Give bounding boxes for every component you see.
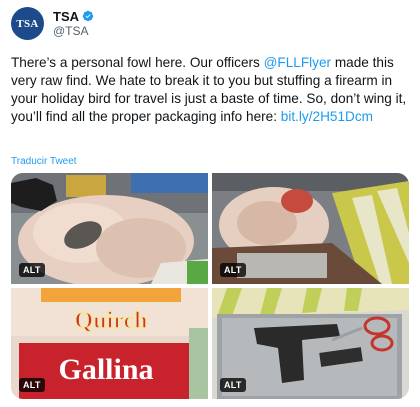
photo-1[interactable]: ALT (11, 173, 208, 284)
alt-badge[interactable]: ALT (220, 263, 246, 277)
handle[interactable]: @TSA (53, 24, 94, 39)
display-name[interactable]: TSA (53, 9, 79, 24)
verified-badge-icon (82, 10, 94, 22)
package-product-text: Gallina (58, 353, 153, 386)
photo-2[interactable]: ALT (212, 173, 409, 284)
package-brand-text: Quirch (75, 308, 148, 334)
translate-tweet-link[interactable]: Traducir Tweet (11, 156, 77, 167)
alt-badge[interactable]: ALT (19, 263, 45, 277)
alt-badge[interactable]: ALT (19, 378, 45, 392)
tweet-text: There’s a personal fowl here. Our office… (11, 54, 411, 126)
tweet-header: TSA TSA @TSA (11, 7, 94, 40)
photo-3[interactable]: Quirch Gallina ALT (11, 288, 208, 399)
mention-link[interactable]: @FLLFlyer (264, 55, 331, 70)
photo-4[interactable]: ALT (212, 288, 409, 399)
avatar[interactable]: TSA (11, 7, 44, 40)
media-grid: ALT ALT Quirch Gallina ALT ALT (11, 173, 409, 399)
display-name-row: TSA (53, 9, 94, 24)
alt-badge[interactable]: ALT (220, 378, 246, 392)
avatar-logo-text: TSA (16, 17, 39, 30)
tweet-text-part: There’s a personal fowl here. Our office… (11, 55, 264, 70)
url-link[interactable]: bit.ly/2H51Dcm (281, 109, 373, 124)
author-info: TSA @TSA (53, 9, 94, 39)
